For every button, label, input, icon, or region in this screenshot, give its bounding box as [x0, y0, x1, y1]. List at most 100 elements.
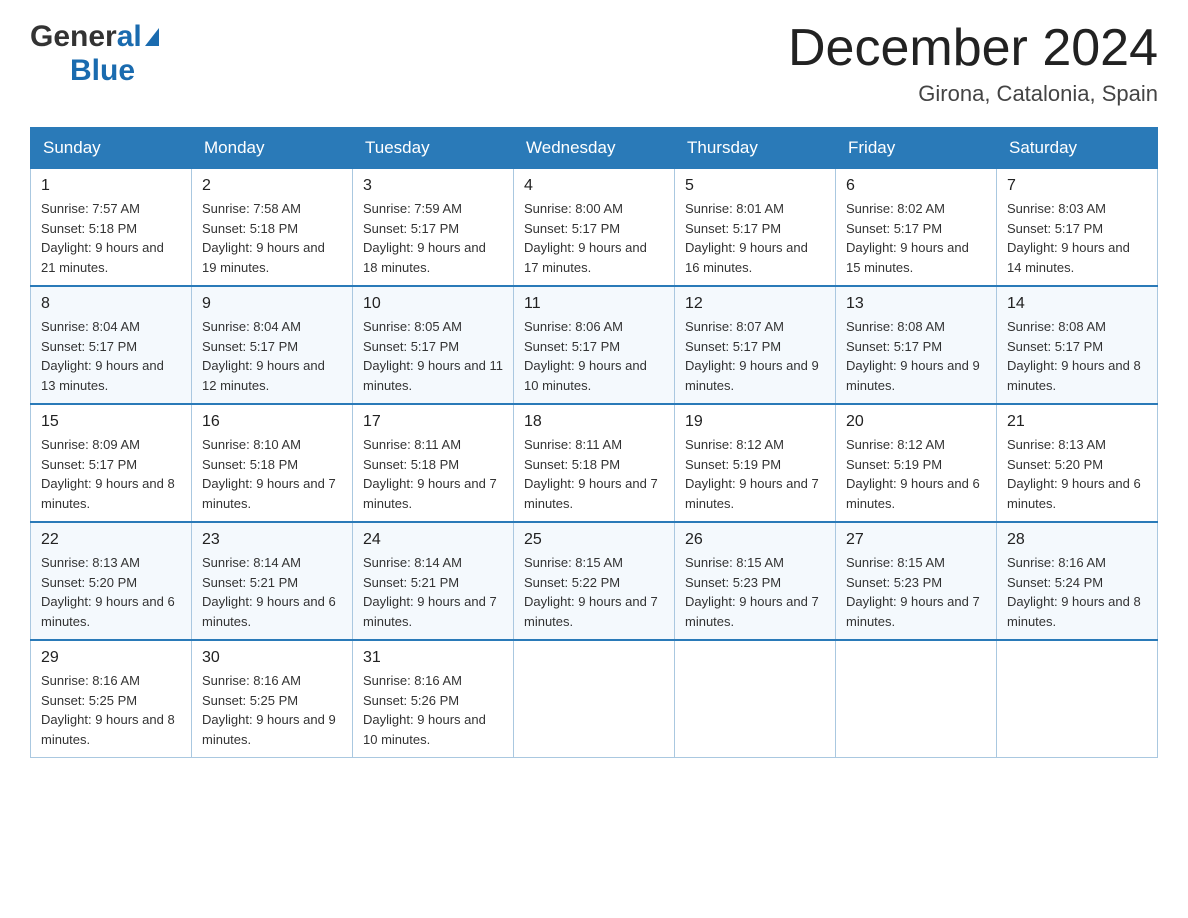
day-number: 1 — [41, 177, 181, 195]
week-row-5: 29 Sunrise: 8:16 AMSunset: 5:25 PMDaylig… — [31, 640, 1158, 758]
week-row-4: 22 Sunrise: 8:13 AMSunset: 5:20 PMDaylig… — [31, 522, 1158, 640]
day-info: Sunrise: 8:09 AMSunset: 5:17 PMDaylight:… — [41, 437, 175, 511]
header-monday: Monday — [192, 128, 353, 169]
logo-general-text: General — [30, 20, 159, 54]
calendar-cell: 25 Sunrise: 8:15 AMSunset: 5:22 PMDaylig… — [514, 522, 675, 640]
day-info: Sunrise: 8:16 AMSunset: 5:26 PMDaylight:… — [363, 673, 486, 747]
day-number: 3 — [363, 177, 503, 195]
week-row-1: 1 Sunrise: 7:57 AMSunset: 5:18 PMDayligh… — [31, 169, 1158, 287]
calendar-cell: 22 Sunrise: 8:13 AMSunset: 5:20 PMDaylig… — [31, 522, 192, 640]
calendar-table: Sunday Monday Tuesday Wednesday Thursday… — [30, 127, 1158, 758]
header-wednesday: Wednesday — [514, 128, 675, 169]
calendar-cell: 19 Sunrise: 8:12 AMSunset: 5:19 PMDaylig… — [675, 404, 836, 522]
day-info: Sunrise: 8:11 AMSunset: 5:18 PMDaylight:… — [363, 437, 497, 511]
calendar-cell: 30 Sunrise: 8:16 AMSunset: 5:25 PMDaylig… — [192, 640, 353, 758]
title-section: December 2024 Girona, Catalonia, Spain — [788, 20, 1158, 107]
logo: General Blue — [30, 20, 159, 88]
calendar-cell: 2 Sunrise: 7:58 AMSunset: 5:18 PMDayligh… — [192, 169, 353, 287]
week-row-2: 8 Sunrise: 8:04 AMSunset: 5:17 PMDayligh… — [31, 286, 1158, 404]
day-info: Sunrise: 8:14 AMSunset: 5:21 PMDaylight:… — [202, 555, 336, 629]
day-number: 15 — [41, 413, 181, 431]
day-number: 23 — [202, 531, 342, 549]
day-info: Sunrise: 7:59 AMSunset: 5:17 PMDaylight:… — [363, 201, 486, 275]
day-info: Sunrise: 8:16 AMSunset: 5:25 PMDaylight:… — [202, 673, 336, 747]
location-title: Girona, Catalonia, Spain — [788, 81, 1158, 107]
calendar-cell: 13 Sunrise: 8:08 AMSunset: 5:17 PMDaylig… — [836, 286, 997, 404]
calendar-cell — [514, 640, 675, 758]
day-info: Sunrise: 8:08 AMSunset: 5:17 PMDaylight:… — [846, 319, 980, 393]
month-title: December 2024 — [788, 20, 1158, 77]
calendar-cell: 11 Sunrise: 8:06 AMSunset: 5:17 PMDaylig… — [514, 286, 675, 404]
day-info: Sunrise: 8:16 AMSunset: 5:24 PMDaylight:… — [1007, 555, 1141, 629]
day-number: 12 — [685, 295, 825, 313]
day-number: 11 — [524, 295, 664, 313]
day-number: 18 — [524, 413, 664, 431]
day-info: Sunrise: 7:57 AMSunset: 5:18 PMDaylight:… — [41, 201, 164, 275]
calendar-cell: 1 Sunrise: 7:57 AMSunset: 5:18 PMDayligh… — [31, 169, 192, 287]
calendar-cell: 15 Sunrise: 8:09 AMSunset: 5:17 PMDaylig… — [31, 404, 192, 522]
calendar-cell: 23 Sunrise: 8:14 AMSunset: 5:21 PMDaylig… — [192, 522, 353, 640]
day-info: Sunrise: 7:58 AMSunset: 5:18 PMDaylight:… — [202, 201, 325, 275]
day-number: 28 — [1007, 531, 1147, 549]
day-number: 22 — [41, 531, 181, 549]
day-info: Sunrise: 8:11 AMSunset: 5:18 PMDaylight:… — [524, 437, 658, 511]
day-info: Sunrise: 8:02 AMSunset: 5:17 PMDaylight:… — [846, 201, 969, 275]
week-row-3: 15 Sunrise: 8:09 AMSunset: 5:17 PMDaylig… — [31, 404, 1158, 522]
day-number: 29 — [41, 649, 181, 667]
calendar-cell: 18 Sunrise: 8:11 AMSunset: 5:18 PMDaylig… — [514, 404, 675, 522]
calendar-cell: 14 Sunrise: 8:08 AMSunset: 5:17 PMDaylig… — [997, 286, 1158, 404]
calendar-cell: 24 Sunrise: 8:14 AMSunset: 5:21 PMDaylig… — [353, 522, 514, 640]
calendar-cell: 9 Sunrise: 8:04 AMSunset: 5:17 PMDayligh… — [192, 286, 353, 404]
calendar-cell: 7 Sunrise: 8:03 AMSunset: 5:17 PMDayligh… — [997, 169, 1158, 287]
calendar-cell: 5 Sunrise: 8:01 AMSunset: 5:17 PMDayligh… — [675, 169, 836, 287]
day-info: Sunrise: 8:00 AMSunset: 5:17 PMDaylight:… — [524, 201, 647, 275]
day-number: 25 — [524, 531, 664, 549]
day-number: 4 — [524, 177, 664, 195]
day-info: Sunrise: 8:04 AMSunset: 5:17 PMDaylight:… — [41, 319, 164, 393]
day-info: Sunrise: 8:04 AMSunset: 5:17 PMDaylight:… — [202, 319, 325, 393]
day-number: 30 — [202, 649, 342, 667]
day-info: Sunrise: 8:01 AMSunset: 5:17 PMDaylight:… — [685, 201, 808, 275]
calendar-cell — [675, 640, 836, 758]
day-info: Sunrise: 8:05 AMSunset: 5:17 PMDaylight:… — [363, 319, 503, 393]
calendar-cell: 17 Sunrise: 8:11 AMSunset: 5:18 PMDaylig… — [353, 404, 514, 522]
day-info: Sunrise: 8:13 AMSunset: 5:20 PMDaylight:… — [1007, 437, 1141, 511]
day-number: 6 — [846, 177, 986, 195]
weekday-header-row: Sunday Monday Tuesday Wednesday Thursday… — [31, 128, 1158, 169]
day-number: 21 — [1007, 413, 1147, 431]
day-info: Sunrise: 8:12 AMSunset: 5:19 PMDaylight:… — [685, 437, 819, 511]
calendar-cell: 27 Sunrise: 8:15 AMSunset: 5:23 PMDaylig… — [836, 522, 997, 640]
calendar-cell: 4 Sunrise: 8:00 AMSunset: 5:17 PMDayligh… — [514, 169, 675, 287]
day-info: Sunrise: 8:10 AMSunset: 5:18 PMDaylight:… — [202, 437, 336, 511]
day-number: 9 — [202, 295, 342, 313]
day-number: 14 — [1007, 295, 1147, 313]
calendar-cell — [836, 640, 997, 758]
calendar-cell: 20 Sunrise: 8:12 AMSunset: 5:19 PMDaylig… — [836, 404, 997, 522]
logo-blue-text: Blue — [70, 54, 135, 88]
header-sunday: Sunday — [31, 128, 192, 169]
header-friday: Friday — [836, 128, 997, 169]
day-number: 10 — [363, 295, 503, 313]
day-number: 24 — [363, 531, 503, 549]
day-info: Sunrise: 8:14 AMSunset: 5:21 PMDaylight:… — [363, 555, 497, 629]
calendar-cell: 3 Sunrise: 7:59 AMSunset: 5:17 PMDayligh… — [353, 169, 514, 287]
calendar-cell: 28 Sunrise: 8:16 AMSunset: 5:24 PMDaylig… — [997, 522, 1158, 640]
calendar-cell: 31 Sunrise: 8:16 AMSunset: 5:26 PMDaylig… — [353, 640, 514, 758]
header-tuesday: Tuesday — [353, 128, 514, 169]
calendar-cell — [997, 640, 1158, 758]
calendar-cell: 8 Sunrise: 8:04 AMSunset: 5:17 PMDayligh… — [31, 286, 192, 404]
calendar-cell: 21 Sunrise: 8:13 AMSunset: 5:20 PMDaylig… — [997, 404, 1158, 522]
day-number: 31 — [363, 649, 503, 667]
header-thursday: Thursday — [675, 128, 836, 169]
day-number: 27 — [846, 531, 986, 549]
calendar-cell: 6 Sunrise: 8:02 AMSunset: 5:17 PMDayligh… — [836, 169, 997, 287]
calendar-cell: 10 Sunrise: 8:05 AMSunset: 5:17 PMDaylig… — [353, 286, 514, 404]
header-saturday: Saturday — [997, 128, 1158, 169]
day-number: 13 — [846, 295, 986, 313]
day-info: Sunrise: 8:06 AMSunset: 5:17 PMDaylight:… — [524, 319, 647, 393]
day-number: 20 — [846, 413, 986, 431]
day-info: Sunrise: 8:12 AMSunset: 5:19 PMDaylight:… — [846, 437, 980, 511]
day-info: Sunrise: 8:07 AMSunset: 5:17 PMDaylight:… — [685, 319, 819, 393]
day-info: Sunrise: 8:13 AMSunset: 5:20 PMDaylight:… — [41, 555, 175, 629]
page-header: General Blue December 2024 Girona, Catal… — [30, 20, 1158, 107]
